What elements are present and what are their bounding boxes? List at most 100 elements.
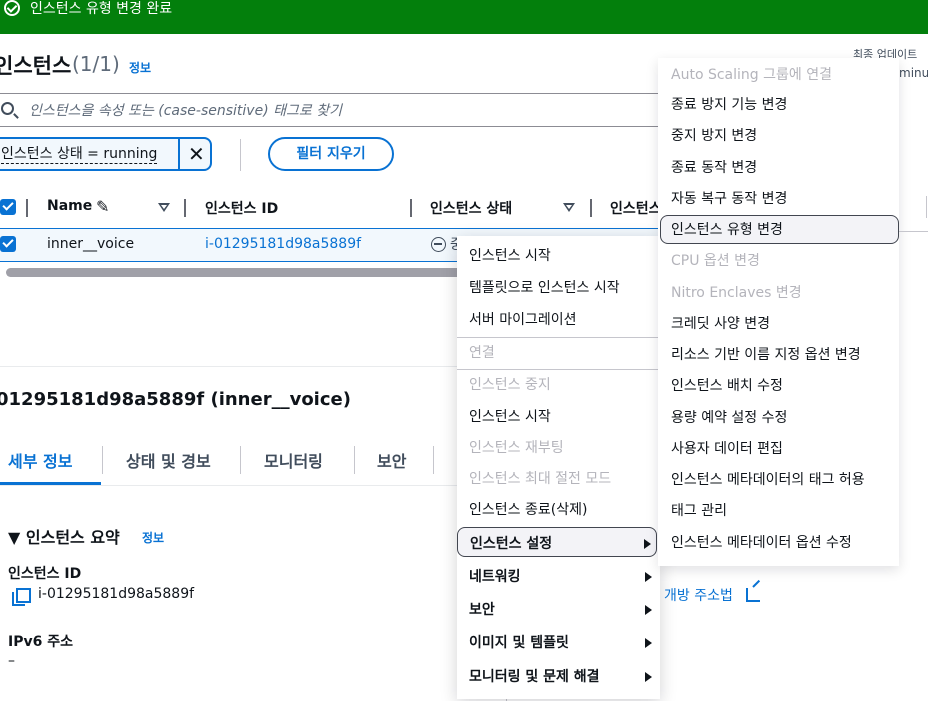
submenu-item-edit-user-data[interactable]: 사용자 데이터 편집 <box>671 438 783 458</box>
submenu-item-capacity-reservation[interactable]: 용량 예약 설정 수정 <box>671 407 787 427</box>
menu-item-security[interactable]: 보안 <box>469 599 669 619</box>
success-banner: 인스턴스 유형 변경 완료 <box>0 0 928 34</box>
submenu-item-cpu-options[interactable]: CPU 옵션 변경 <box>671 250 760 270</box>
submenu-item-shutdown-behavior[interactable]: 종료 동작 변경 <box>671 157 757 177</box>
ipv6-label: IPv6 주소 <box>8 634 73 650</box>
instance-count: (1/1) <box>72 52 120 76</box>
menu-item-terminate-instance[interactable]: 인스턴스 종료(삭제) <box>469 499 587 519</box>
column-header-name[interactable]: Name <box>47 198 92 214</box>
menu-item-networking[interactable]: 네트워킹 <box>469 566 669 586</box>
submenu-item-label: 인스턴스 유형 변경 <box>671 222 783 238</box>
caret-right-icon <box>645 672 652 682</box>
column-header-instance-state[interactable]: 인스턴스 상태 <box>430 198 512 218</box>
edit-pencil-icon[interactable]: ✎ <box>96 197 109 216</box>
menu-item-label: 인스턴스 설정 <box>470 536 553 552</box>
caret-right-icon <box>644 539 651 549</box>
column-divider[interactable] <box>590 199 592 217</box>
tab-divider <box>354 446 355 474</box>
tab-divider <box>433 446 434 474</box>
check-circle-icon <box>4 0 20 16</box>
menu-item-hibernate-instance[interactable]: 인스턴스 최대 절전 모드 <box>469 468 611 488</box>
tab-divider <box>102 446 103 474</box>
menu-item-label: 네트워킹 <box>469 569 521 585</box>
submenu-item-termination-protection[interactable]: 종료 방지 기능 변경 <box>671 94 787 114</box>
row-checkbox[interactable] <box>0 236 16 252</box>
stopped-status-icon <box>431 237 446 252</box>
caret-right-icon <box>645 605 652 615</box>
info-link[interactable]: 정보 <box>129 59 151 76</box>
divider <box>926 196 927 218</box>
tab-status-alarms[interactable]: 상태 및 경보 <box>126 448 211 472</box>
tab-monitoring[interactable]: 모니터링 <box>264 448 323 472</box>
instance-id-label: 인스턴스 ID <box>8 566 82 582</box>
tab-security[interactable]: 보안 <box>377 448 406 472</box>
tab-divider <box>240 446 241 474</box>
menu-item-stop-instance[interactable]: 인스턴스 중지 <box>469 374 551 394</box>
summary-info-link[interactable]: 정보 <box>142 529 164 546</box>
row-name: inner__voice <box>47 236 135 252</box>
submenu-item-allow-tags-metadata[interactable]: 인스턴스 메타데이터의 태그 허용 <box>671 469 865 489</box>
summary-title: 인스턴스 요약 <box>25 528 120 547</box>
menu-item-instance-settings[interactable]: 인스턴스 설정 <box>457 527 657 557</box>
horizontal-scrollbar[interactable] <box>6 268 476 277</box>
last-updated-value: minu <box>899 66 928 80</box>
ipv6-value: – <box>8 653 15 669</box>
menu-item-label: 보안 <box>469 602 495 618</box>
search-icon <box>1 102 14 115</box>
column-header-instance-id[interactable]: 인스턴스 ID <box>205 198 278 218</box>
submenu-item-attach-asg[interactable]: Auto Scaling 그룹에 연결 <box>671 64 832 84</box>
menu-item-monitor-troubleshoot[interactable]: 모니터링 및 문제 해결 <box>469 666 669 686</box>
filter-token-divider <box>178 139 180 169</box>
instance-settings-submenu: Auto Scaling 그룹에 연결 종료 방지 기능 변경 중지 방지 변경… <box>658 58 899 566</box>
menu-item-reboot-instance[interactable]: 인스턴스 재부팅 <box>469 437 564 457</box>
submenu-item-stop-protection[interactable]: 중지 방지 변경 <box>671 125 757 145</box>
menu-item-launch-from-template[interactable]: 템플릿으로 인스턴스 시작 <box>469 277 620 297</box>
menu-item-launch-instance[interactable]: 인스턴스 시작 <box>469 245 551 265</box>
column-divider[interactable] <box>184 199 186 217</box>
summary-heading[interactable]: ▼ 인스턴스 요약 <box>8 524 120 548</box>
menu-separator <box>457 369 660 370</box>
toolbar-divider <box>240 139 241 171</box>
actions-menu: 인스턴스 시작 템플릿으로 인스턴스 시작 서버 마이그레이션 연결 인스턴스 … <box>457 236 660 699</box>
tabs-divider <box>0 485 460 486</box>
divider <box>899 231 928 232</box>
column-header-instance-type[interactable]: 인스턴스 <box>610 198 662 218</box>
submenu-item-change-instance-type[interactable]: 인스턴스 유형 변경 <box>660 215 899 244</box>
filter-token[interactable]: 인스턴스 상태 = running ✕ <box>0 137 212 171</box>
search-input[interactable]: 인스턴스을 속성 또는 (case-sensitive) 태그로 찾기 <box>0 93 678 127</box>
menu-item-images-templates[interactable]: 이미지 및 템플릿 <box>469 632 669 652</box>
menu-separator <box>457 337 660 338</box>
menu-item-label: 이미지 및 템플릿 <box>469 635 569 651</box>
divider <box>0 366 460 367</box>
menu-item-start-instance[interactable]: 인스턴스 시작 <box>469 406 551 426</box>
column-divider[interactable] <box>410 199 412 217</box>
submenu-item-manage-tags[interactable]: 태그 관리 <box>671 500 727 520</box>
row-instance-id-link[interactable]: i-01295181d98a5889f <box>205 236 361 252</box>
submenu-item-metadata-options[interactable]: 인스턴스 메타데이터 옵션 수정 <box>671 532 852 552</box>
menu-item-label: 모니터링 및 문제 해결 <box>469 669 600 685</box>
banner-message: 인스턴스 유형 변경 완료 <box>30 1 173 17</box>
copy-icon[interactable] <box>12 588 31 606</box>
submenu-item-nitro-enclaves[interactable]: Nitro Enclaves 변경 <box>671 282 802 302</box>
sort-down-icon[interactable] <box>158 203 170 212</box>
tab-details[interactable]: 세부 정보 <box>8 448 72 472</box>
sort-down-icon[interactable] <box>563 203 575 212</box>
page-title: 인스턴스 <box>0 54 72 78</box>
caret-down-icon[interactable]: ▼ <box>8 528 20 547</box>
menu-item-connect[interactable]: 연결 <box>469 342 495 362</box>
close-icon[interactable]: ✕ <box>188 142 205 166</box>
filter-token-label[interactable]: 인스턴스 상태 = running <box>1 146 158 164</box>
select-all-checkbox[interactable] <box>0 199 16 215</box>
menu-item-migrate-server[interactable]: 서버 마이그레이션 <box>469 309 577 329</box>
column-divider[interactable] <box>26 199 28 217</box>
search-placeholder: 인스턴스을 속성 또는 (case-sensitive) 태그로 찾기 <box>29 103 342 119</box>
detail-title: 01295181d98a5889f (inner__voice) <box>0 389 351 410</box>
submenu-item-resource-naming[interactable]: 리소스 기반 이름 지정 옵션 변경 <box>671 344 861 364</box>
caret-right-icon <box>645 572 652 582</box>
submenu-item-auto-recovery[interactable]: 자동 복구 동작 변경 <box>671 188 787 208</box>
submenu-item-credit-specification[interactable]: 크레딧 사양 변경 <box>671 313 770 333</box>
submenu-item-instance-placement[interactable]: 인스턴스 배치 수정 <box>671 375 783 395</box>
clear-filters-button[interactable]: 필터 지우기 <box>268 137 394 171</box>
open-addressing-link[interactable]: 개방 주소법 <box>664 585 733 605</box>
external-link-icon[interactable] <box>746 588 760 602</box>
